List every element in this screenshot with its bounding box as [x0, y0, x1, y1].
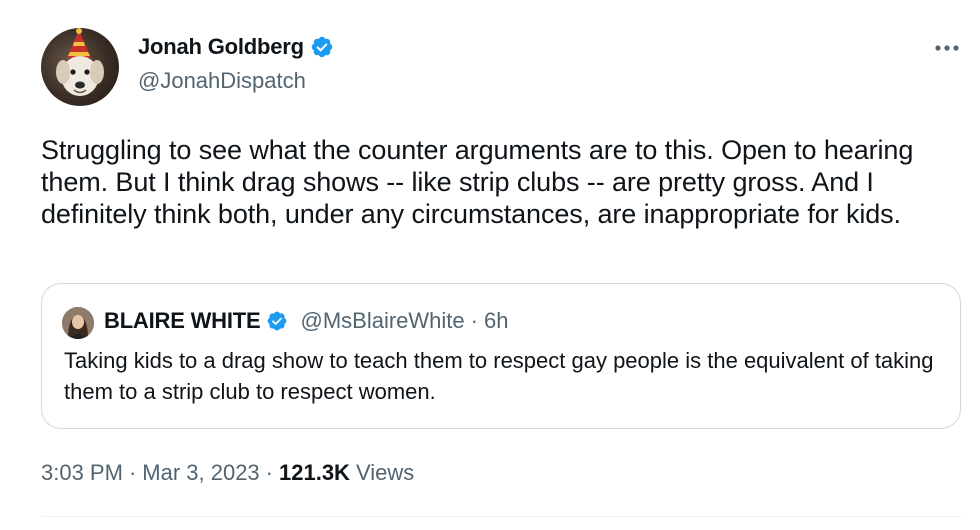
quoted-timestamp[interactable]: 6h	[484, 308, 508, 334]
views-count: 121.3K	[279, 460, 350, 485]
quoted-tweet-text: Taking kids to a drag show to teach them…	[64, 348, 934, 404]
more-dots-icon	[935, 45, 959, 51]
tweet-text: Struggling to see what the counter argum…	[41, 135, 914, 229]
quoted-header: BLAIRE WHITE @MsBlaireWhite · 6h	[104, 308, 508, 334]
quoted-author-name[interactable]: BLAIRE WHITE	[104, 308, 261, 334]
more-options-button[interactable]	[930, 36, 964, 60]
tweet: Jonah Goldberg @JonahDispatch Struggling…	[0, 0, 980, 530]
separator-dot: ·	[265, 460, 273, 485]
tweet-date[interactable]: Mar 3, 2023	[142, 460, 259, 486]
author-avatar[interactable]	[41, 28, 119, 106]
author-name[interactable]: Jonah Goldberg	[138, 34, 304, 60]
divider	[41, 516, 961, 517]
author-name-row[interactable]: Jonah Goldberg	[138, 34, 334, 60]
tweet-time[interactable]: 3:03 PM	[41, 460, 123, 486]
dog-party-hat-avatar-image	[56, 28, 104, 96]
quoted-author-avatar[interactable]	[62, 307, 94, 339]
separator-dot: ·	[470, 308, 478, 333]
quoted-tweet[interactable]: BLAIRE WHITE @MsBlaireWhite · 6h Taking …	[41, 283, 961, 429]
person-avatar-image	[62, 307, 94, 339]
author-handle[interactable]: @JonahDispatch	[138, 68, 306, 94]
verified-badge-icon[interactable]	[266, 310, 288, 332]
views-label: Views	[355, 460, 415, 485]
tweet-meta: 3:03 PM · Mar 3, 2023 · 121.3K Views	[41, 460, 414, 486]
separator-dot: ·	[128, 460, 137, 485]
verified-badge-icon[interactable]	[310, 35, 334, 59]
quoted-author-handle[interactable]: @MsBlaireWhite	[300, 308, 464, 334]
